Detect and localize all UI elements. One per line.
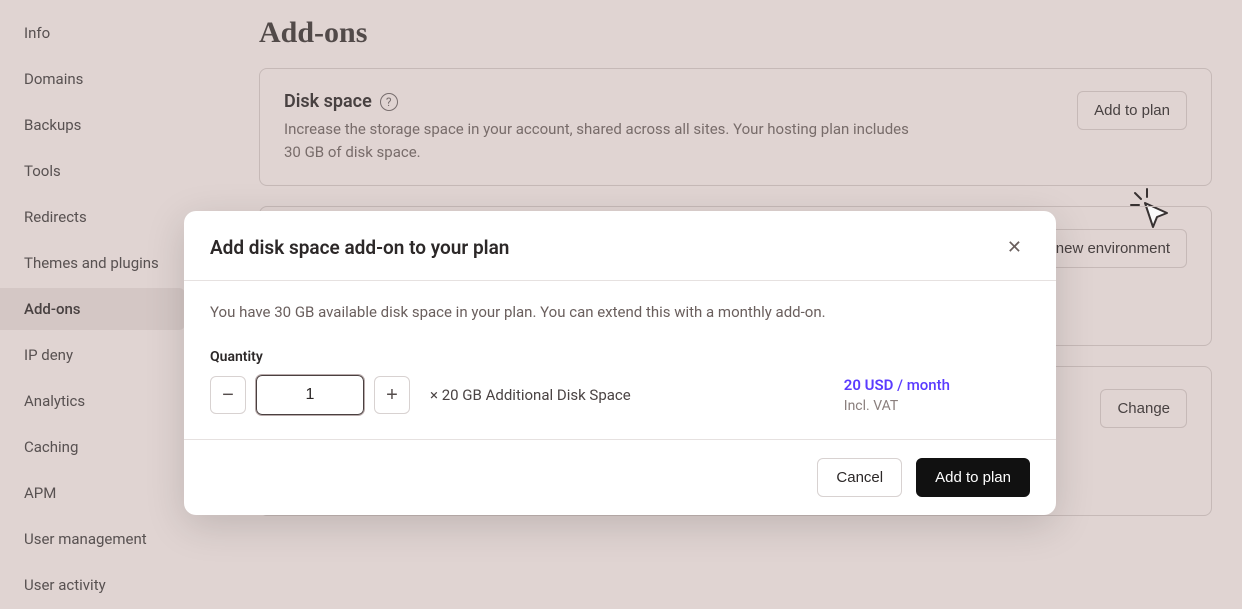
quantity-unit-label: × 20 GB Additional Disk Space [430, 386, 631, 404]
quantity-increase-button[interactable]: + [374, 376, 410, 414]
price-line: 20 USD / month [844, 376, 950, 394]
price-period: / month [893, 376, 950, 394]
add-disk-space-modal: Add disk space add-on to your plan ✕ You… [184, 211, 1056, 515]
price-sub: Incl. VAT [844, 398, 950, 414]
quantity-input[interactable] [256, 375, 364, 415]
quantity-row: − + × 20 GB Additional Disk Space 20 USD… [210, 375, 1030, 415]
plus-icon: + [386, 384, 398, 407]
quantity-decrease-button[interactable]: − [210, 376, 246, 414]
modal-header: Add disk space add-on to your plan ✕ [184, 211, 1056, 281]
price-amount: 20 USD [844, 376, 894, 394]
cancel-button[interactable]: Cancel [817, 458, 902, 497]
modal-description: You have 30 GB available disk space in y… [210, 303, 1030, 321]
modal-footer: Cancel Add to plan [184, 439, 1056, 515]
close-icon: ✕ [1007, 237, 1022, 257]
modal-body: You have 30 GB available disk space in y… [184, 281, 1056, 439]
close-button[interactable]: ✕ [999, 233, 1030, 262]
quantity-label: Quantity [210, 349, 1030, 365]
modal-title: Add disk space add-on to your plan [210, 236, 509, 259]
price-box: 20 USD / month Incl. VAT [844, 376, 1030, 414]
confirm-add-to-plan-button[interactable]: Add to plan [916, 458, 1030, 497]
minus-icon: − [222, 384, 234, 407]
